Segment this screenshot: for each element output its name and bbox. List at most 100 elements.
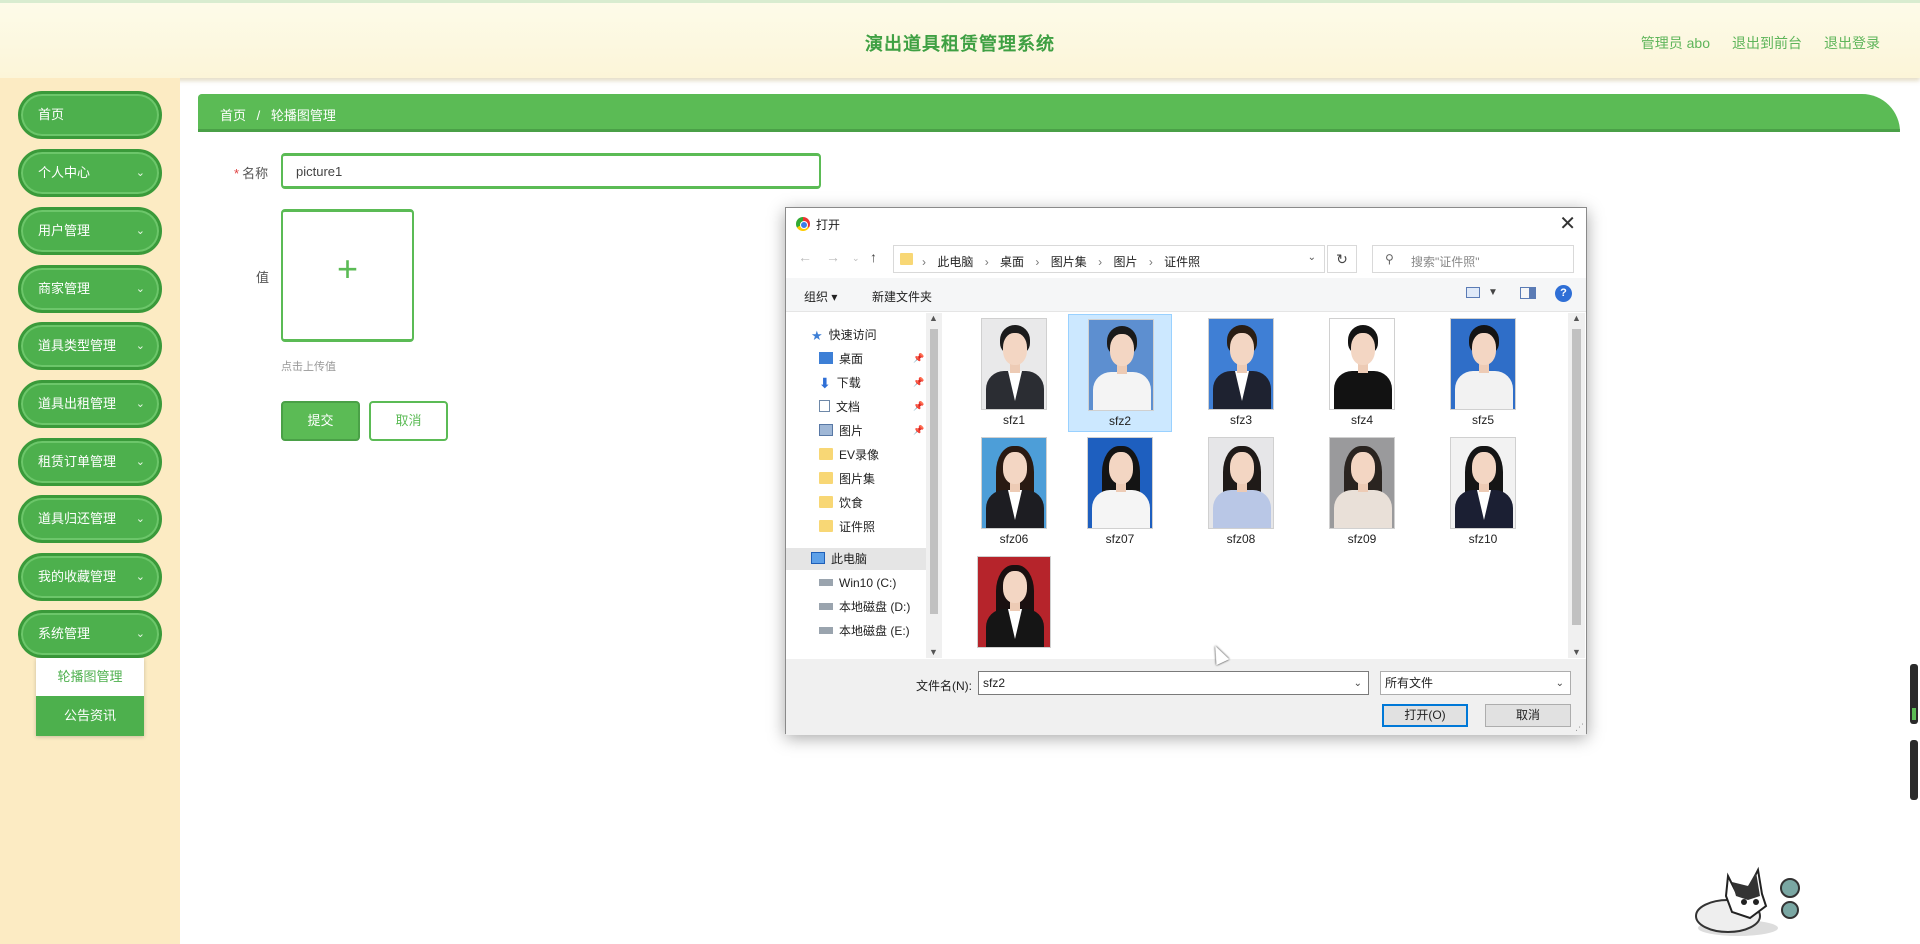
path-item[interactable]: 图片集 [1051, 255, 1087, 269]
file-name: sfz08 [1226, 532, 1256, 546]
nav-item-desktop[interactable]: 桌面 [819, 348, 863, 370]
sidebar-item-personal-center[interactable]: 个人中心 ⌄ [18, 149, 162, 197]
nav-item-picset[interactable]: 图片集 [819, 468, 875, 490]
photo-thumbnail [981, 318, 1047, 410]
nav-item-this-pc[interactable]: 此电脑 [786, 548, 926, 570]
submit-button[interactable]: 提交 [281, 401, 360, 441]
up-arrow-icon[interactable]: ↑ [870, 249, 877, 265]
nav-item-food[interactable]: 饮食 [819, 492, 863, 514]
name-input[interactable] [281, 153, 821, 189]
nav-item-pictures[interactable]: 图片 [819, 420, 863, 442]
cancel-button[interactable]: 取消 [369, 401, 448, 441]
breadcrumb-current: 轮播图管理 [270, 108, 336, 123]
path-item[interactable]: 此电脑 [937, 255, 973, 269]
logout-link[interactable]: 退出登录 [1824, 33, 1880, 53]
nav-item-drive-c[interactable]: Win10 (C:) [819, 572, 896, 594]
path-separator: › [922, 255, 926, 269]
path-item[interactable]: 图片 [1113, 255, 1137, 269]
chevron-up-icon[interactable]: ▲ [929, 313, 938, 323]
view-mode-icon[interactable] [1466, 287, 1480, 298]
file-item[interactable]: sfz07 [1068, 433, 1172, 551]
path-separator: › [984, 255, 989, 269]
submenu-item-announcements[interactable]: 公告资讯 [36, 696, 144, 736]
filename-input[interactable]: sfz2 ⌄ [978, 671, 1369, 695]
nav-item-drive-d[interactable]: 本地磁盘 (D:) [819, 596, 910, 618]
chevron-down-icon[interactable]: ⌄ [1354, 673, 1362, 695]
filetype-select[interactable]: 所有文件 ⌄ [1380, 671, 1571, 695]
file-item[interactable]: sfz08 [1189, 433, 1293, 551]
file-item[interactable]: sfz06 [962, 433, 1066, 551]
image-upload[interactable]: + [281, 209, 414, 342]
chevron-down-icon[interactable]: ▼ [1488, 287, 1498, 298]
sidebar-item-prop-rental[interactable]: 道具出租管理 ⌄ [18, 380, 162, 428]
file-item[interactable]: sfz5 [1431, 314, 1535, 432]
dialog-titlebar[interactable]: 打开 ✕ [786, 208, 1586, 238]
file-item[interactable] [962, 552, 1066, 658]
forward-arrow-icon[interactable]: → [826, 249, 840, 265]
document-icon [819, 400, 830, 412]
nav-scrollbar[interactable]: ▲ ▼ [926, 313, 942, 658]
resize-grip-icon[interactable]: ⋰ [1575, 722, 1584, 733]
header-actions: 管理员 abo 退出到前台 退出登录 [1641, 33, 1880, 53]
back-arrow-icon[interactable]: ← [798, 249, 812, 265]
recent-dropdown-icon[interactable]: ⌄ [852, 253, 860, 264]
search-input[interactable]: ⚲ 搜索"证件照" [1372, 245, 1574, 273]
preview-pane-icon[interactable] [1520, 287, 1536, 299]
file-item[interactable]: sfz10 [1431, 433, 1535, 551]
file-name: sfz06 [999, 532, 1029, 546]
chevron-down-icon: ⌄ [135, 628, 145, 640]
sidebar-item-prop-types[interactable]: 道具类型管理 ⌄ [18, 322, 162, 370]
sidebar-item-home[interactable]: 首页 [18, 91, 162, 139]
path-item[interactable]: 桌面 [1000, 255, 1024, 269]
chevron-down-icon: ⌄ [135, 456, 145, 468]
drive-icon [819, 579, 833, 586]
nav-item-ev[interactable]: EV录像 [819, 444, 879, 466]
chevron-down-icon[interactable]: ▼ [929, 647, 938, 657]
sidebar-item-prop-return[interactable]: 道具归还管理 ⌄ [18, 495, 162, 543]
chevron-down-icon[interactable]: ▼ [1572, 647, 1581, 657]
organize-menu[interactable]: 组织 ▾ [804, 288, 837, 305]
nav-item-quick-access[interactable]: ★ 快速访问 [811, 324, 877, 346]
sidebar-item-favorites[interactable]: 我的收藏管理 ⌄ [18, 553, 162, 601]
chevron-down-icon[interactable]: ⌄ [1308, 252, 1316, 263]
chevron-down-icon: ⌄ [135, 225, 145, 237]
folder-icon [819, 448, 833, 460]
plus-icon: + [336, 248, 359, 289]
front-page-link[interactable]: 退出到前台 [1732, 33, 1802, 53]
chevron-up-icon[interactable]: ▲ [1572, 313, 1581, 323]
breadcrumb-separator: / [256, 108, 261, 123]
nav-label: 文档 [836, 400, 861, 414]
dialog-cancel-button[interactable]: 取消 [1485, 704, 1571, 727]
new-folder-button[interactable]: 新建文件夹 [872, 288, 932, 305]
nav-item-downloads[interactable]: ⬇ 下载 [819, 372, 861, 394]
close-icon[interactable]: ✕ [1559, 211, 1576, 236]
address-bar[interactable]: › 此电脑 › 桌面 › 图片集 › 图片 › 证件照 ⌄ [893, 245, 1325, 273]
file-item[interactable]: sfz1 [962, 314, 1066, 432]
sidebar-item-users[interactable]: 用户管理 ⌄ [18, 207, 162, 255]
nav-item-documents[interactable]: 文档 [819, 396, 860, 418]
sidebar-item-rental-orders[interactable]: 租赁订单管理 ⌄ [18, 438, 162, 486]
submenu-item-carousel[interactable]: 轮播图管理 [36, 658, 144, 696]
refresh-icon[interactable]: ↻ [1327, 245, 1357, 273]
sidebar-item-merchants[interactable]: 商家管理 ⌄ [18, 265, 162, 313]
file-item[interactable]: sfz3 [1189, 314, 1293, 432]
nav-item-idphoto[interactable]: 证件照 [819, 516, 875, 538]
photo-thumbnail [1208, 437, 1274, 529]
scroll-indicator[interactable] [1910, 664, 1918, 724]
help-icon[interactable]: ? [1555, 285, 1572, 302]
file-scrollbar[interactable]: ▲ ▼ [1568, 313, 1585, 658]
nav-item-drive-e[interactable]: 本地磁盘 (E:) [819, 620, 910, 642]
sidebar-item-label: 道具归还管理 [38, 511, 117, 526]
path-separator: › [1098, 255, 1103, 269]
nav-label: 饮食 [839, 496, 864, 510]
breadcrumb-home[interactable]: 首页 [220, 108, 246, 123]
file-item[interactable]: sfz09 [1310, 433, 1414, 551]
sidebar-item-system[interactable]: 系统管理 ⌄ [18, 610, 162, 658]
file-item-selected[interactable]: sfz2 [1068, 314, 1172, 432]
file-item[interactable]: sfz4 [1310, 314, 1414, 432]
photo-thumbnail [1450, 437, 1516, 529]
open-button[interactable]: 打开(O) [1382, 704, 1468, 727]
sidebar-item-label: 用户管理 [38, 223, 91, 238]
scroll-indicator[interactable] [1910, 740, 1918, 800]
path-item[interactable]: 证件照 [1164, 255, 1200, 269]
